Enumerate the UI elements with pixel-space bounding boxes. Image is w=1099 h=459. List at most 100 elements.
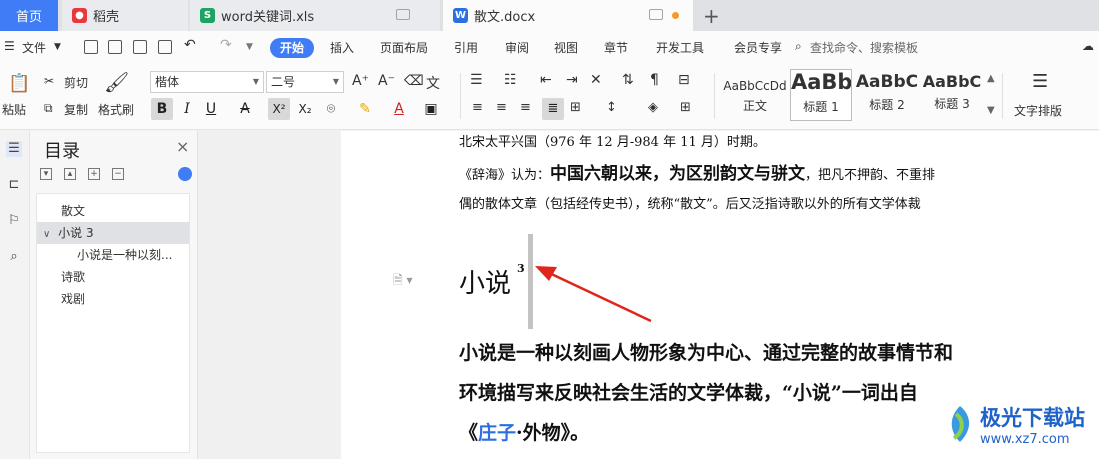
aurora-logo-icon — [951, 406, 970, 442]
tab-stops-icon[interactable]: ⊟ — [678, 72, 690, 88]
justify-icon[interactable]: ≣ — [542, 98, 564, 120]
chevron-down-icon[interactable]: ▼ — [246, 42, 253, 52]
paragraph-menu-icon[interactable]: 🗎 ▾ — [393, 271, 413, 292]
heading-text: 小说 — [459, 269, 512, 299]
style-heading-1[interactable]: AaBb 标题 1 — [790, 69, 852, 121]
bookmark-icon[interactable]: ⚐ — [6, 213, 22, 229]
pinyin-icon[interactable]: 文 — [426, 73, 440, 93]
grow-font-icon[interactable]: A⁺ — [352, 73, 369, 89]
underline-button[interactable]: U — [200, 98, 222, 120]
menu-file[interactable]: 文件 — [22, 39, 46, 56]
print-icon[interactable] — [133, 40, 147, 54]
unsaved-dot-icon — [672, 12, 679, 19]
paste-icon[interactable]: 📋 — [8, 73, 30, 94]
increase-indent-icon[interactable]: ⇥ — [566, 72, 578, 88]
doc-para-line-2: 环境描写来反映社会生活的文学体裁，“小说”一词出自 — [459, 382, 918, 404]
cloud-icon[interactable]: ☁ — [1082, 39, 1094, 53]
shading-icon[interactable]: ◈ — [648, 100, 658, 115]
save-icon[interactable] — [84, 40, 98, 54]
tab-docx[interactable]: W 散文.docx — [443, 0, 693, 31]
add-tab-button[interactable]: + — [703, 4, 720, 28]
smart-toc-icon[interactable] — [178, 167, 192, 181]
window-icon[interactable] — [649, 9, 663, 20]
style-normal[interactable]: AaBbCcDd 正文 — [722, 69, 788, 121]
font-size-select[interactable]: 二号 ▼ — [266, 71, 344, 93]
tab-home[interactable]: 首页 — [0, 0, 58, 31]
show-marks-icon[interactable]: ¶ — [650, 72, 659, 88]
zhuangzi-link[interactable]: 庄子 — [478, 422, 516, 444]
align-center-icon[interactable]: ≡ — [496, 100, 507, 115]
font-color-icon[interactable]: A — [388, 98, 410, 120]
style-scroll-up-icon[interactable]: ▲ — [987, 73, 995, 84]
text-effect-icon[interactable]: ⌾ — [320, 98, 342, 120]
borders-icon[interactable]: ⊞ — [680, 100, 691, 115]
outline-icon[interactable]: ☰ — [6, 141, 22, 157]
menu-developer[interactable]: 开发工具 — [656, 39, 704, 56]
spreadsheet-icon: S — [200, 8, 215, 23]
line-spacing-icon[interactable]: ↕ — [606, 100, 617, 115]
subscript-button[interactable]: X₂ — [294, 98, 316, 120]
menu-chapter[interactable]: 章节 — [604, 39, 628, 56]
align-right-icon[interactable]: ≡ — [520, 100, 531, 115]
style-heading-3[interactable]: AaBbC 标题 3 — [921, 69, 983, 121]
menu-member[interactable]: 会员专享 — [734, 39, 782, 56]
style-heading-2[interactable]: AaBbC 标题 2 — [855, 69, 919, 121]
ribbon-separator — [460, 73, 461, 119]
font-name-select[interactable]: 楷体 ▼ — [150, 71, 264, 93]
copy-button[interactable]: 复制 — [64, 101, 88, 118]
menu-review[interactable]: 审阅 — [505, 39, 529, 56]
remove-heading-icon[interactable]: − — [112, 168, 124, 180]
toc-item-sanwen[interactable]: 散文 — [37, 200, 189, 222]
style-scroll-down-icon[interactable]: ▼ — [987, 105, 995, 116]
tab-daoke[interactable]: ● 稻壳 — [62, 0, 188, 31]
hamburger-icon[interactable]: ☰ — [4, 39, 15, 53]
window-icon[interactable] — [396, 9, 410, 20]
sort-icon[interactable]: ⇅ — [622, 72, 634, 88]
redo-icon[interactable]: ↷ — [220, 37, 232, 53]
command-search[interactable]: 查找命令、搜索模板 — [810, 39, 918, 56]
menu-references[interactable]: 引用 — [454, 39, 478, 56]
print-preview-icon[interactable] — [158, 40, 172, 54]
highlight-icon[interactable]: ✎ — [354, 98, 376, 120]
chapter-icon[interactable]: ⊏ — [6, 177, 22, 193]
collapse-up-icon[interactable]: ▴ — [64, 168, 76, 180]
ribbon-separator — [714, 73, 715, 119]
chevron-down-icon[interactable]: ▼ — [54, 42, 61, 52]
toc-item-label: 戏剧 — [61, 292, 86, 306]
distribute-icon[interactable]: ⊞ — [570, 100, 581, 115]
menu-start[interactable]: 开始 — [270, 38, 314, 58]
decrease-indent-icon[interactable]: ⇤ — [540, 72, 552, 88]
format-painter-button[interactable]: 格式刷 — [98, 101, 134, 118]
strikethrough-button[interactable]: A — [234, 98, 256, 120]
menu-page-layout[interactable]: 页面布局 — [380, 39, 428, 56]
shrink-font-icon[interactable]: A⁻ — [378, 73, 395, 89]
close-icon[interactable]: × — [176, 137, 189, 156]
cut-button[interactable]: 剪切 — [64, 74, 88, 91]
superscript-button[interactable]: X² — [268, 98, 290, 120]
export-icon[interactable] — [108, 40, 122, 54]
chinese-layout-icon[interactable]: ✕ — [590, 72, 602, 88]
toc-item-xiaoshuo[interactable]: ∨ 小说 3 — [37, 222, 189, 244]
add-heading-icon[interactable]: + — [88, 168, 100, 180]
toc-item-subheading[interactable]: 小说是一种以刻... — [37, 244, 189, 266]
toc-item-shige[interactable]: 诗歌 — [37, 266, 189, 288]
menu-insert[interactable]: 插入 — [330, 39, 354, 56]
toc-item-xiju[interactable]: 戏剧 — [37, 288, 189, 310]
style-h3-sample: AaBbC — [922, 72, 982, 91]
paste-button[interactable]: 粘贴 — [2, 101, 26, 118]
search-icon[interactable]: ⌕ — [6, 249, 22, 265]
align-left-icon[interactable]: ≡ — [472, 100, 483, 115]
char-border-icon[interactable]: ▣ — [420, 98, 442, 120]
collapse-down-icon[interactable]: ▾ — [40, 168, 52, 180]
undo-icon[interactable]: ↶ — [184, 37, 196, 53]
menu-view[interactable]: 视图 — [554, 39, 578, 56]
numbered-list-icon[interactable]: ☷ — [504, 72, 517, 88]
tab-xls[interactable]: S word关键词.xls — [190, 0, 440, 31]
text-layout-button[interactable]: 文字排版 — [1014, 102, 1062, 119]
italic-button[interactable]: I — [176, 98, 198, 120]
clear-format-icon[interactable]: ⌫ — [404, 73, 424, 89]
bullet-list-icon[interactable]: ☰ — [470, 72, 483, 88]
chevron-down-icon[interactable]: ∨ — [43, 229, 50, 240]
bold-button[interactable]: B — [151, 98, 173, 120]
footnote-ref[interactable]: 3 — [517, 262, 525, 275]
